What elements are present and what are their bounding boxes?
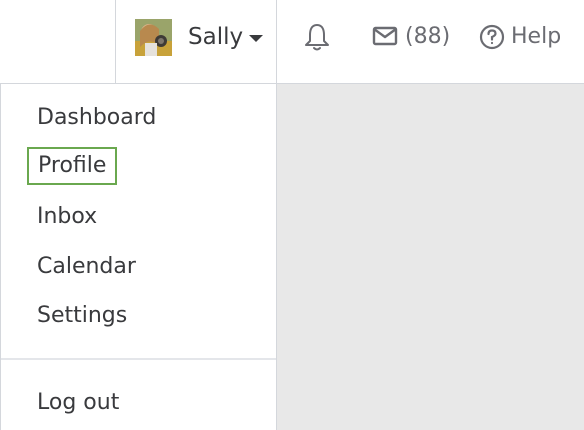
menu-item-settings[interactable]: Settings [37,301,127,331]
message-count: (88) [405,24,451,49]
menu-item-inbox[interactable]: Inbox [37,202,97,232]
user-dropdown-menu: Dashboard Profile Inbox Calendar Setting… [0,84,277,430]
menu-item-dashboard[interactable]: Dashboard [37,103,156,133]
user-menu-button[interactable]: Sally [115,0,277,83]
menu-divider [1,358,276,360]
help-label: Help [511,24,562,49]
question-circle-icon [479,24,505,50]
user-name: Sally [188,24,244,50]
caret-down-icon [249,35,263,42]
top-bar: Sally (88) Help [0,0,584,84]
mail-icon [372,26,398,46]
bell-icon[interactable] [302,22,332,52]
menu-item-calendar[interactable]: Calendar [37,252,136,282]
menu-item-logout[interactable]: Log out [37,388,119,418]
avatar [135,19,172,56]
menu-item-profile[interactable]: Profile [27,147,118,185]
